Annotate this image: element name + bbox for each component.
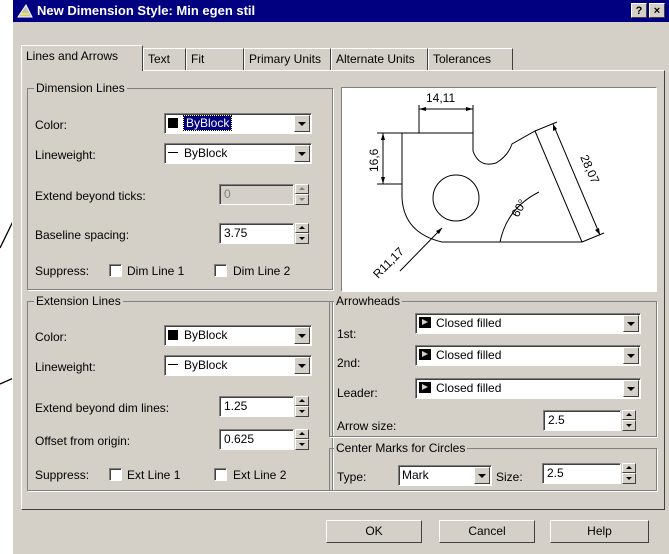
preview-dim-left: 16,6 <box>367 148 381 172</box>
center-size-input[interactable]: 2.5 <box>542 463 621 484</box>
dim-lineweight-label: Lineweight: <box>35 148 96 162</box>
chevron-down-icon[interactable] <box>623 347 639 364</box>
dimension-style-icon <box>17 4 33 18</box>
closed-filled-arrow-icon <box>419 382 431 393</box>
dim-color-label: Color: <box>35 118 68 132</box>
offset-origin-spinner[interactable] <box>295 429 309 450</box>
center-type-label: Type: <box>337 470 367 484</box>
tab-lines-and-arrows[interactable]: Lines and Arrows <box>21 45 143 71</box>
arrow-size-label: Arrow size: <box>337 419 397 433</box>
offset-origin-label: Offset from origin: <box>35 434 131 448</box>
chevron-down-icon[interactable] <box>623 315 639 332</box>
dim-suppress-label: Suppress: <box>35 264 90 278</box>
cancel-button[interactable]: Cancel <box>439 520 535 543</box>
ext-lineweight-select[interactable]: ByBlock <box>164 355 312 376</box>
ok-button[interactable]: OK <box>326 520 422 543</box>
leader-arrow-label: Leader: <box>337 386 378 400</box>
dim-lineweight-select[interactable]: ByBlock <box>164 143 312 164</box>
offset-origin-input[interactable]: 0.625 <box>219 429 294 450</box>
chevron-down-icon[interactable] <box>623 380 639 397</box>
closed-filled-arrow-icon <box>419 317 431 328</box>
chevron-down-icon[interactable] <box>294 115 310 132</box>
second-arrow-value: Closed filled <box>436 348 502 362</box>
tab-alternate-units[interactable]: Alternate Units <box>331 48 428 70</box>
ext-line-2-label: Ext Line 2 <box>233 468 287 482</box>
dim-extend-input[interactable]: 0 <box>219 184 294 205</box>
dimension-preview: 14,11 16,6 28,07 60° R11,17 <box>341 87 657 292</box>
center-marks-title: Center Marks for Circles <box>334 441 468 455</box>
leader-arrow-select[interactable]: Closed filled <box>415 378 641 399</box>
preview-dim-top: 14,11 <box>426 91 455 105</box>
baseline-spacing-label: Baseline spacing: <box>35 228 130 242</box>
ext-extend-spinner[interactable] <box>295 396 309 417</box>
ext-line-1-checkbox[interactable] <box>109 468 122 481</box>
help-title-button[interactable]: ? <box>631 3 647 18</box>
ext-lineweight-value: ByBlock <box>184 358 228 372</box>
ext-suppress-label: Suppress: <box>35 468 90 482</box>
ext-extend-label: Extend beyond dim lines: <box>35 401 170 415</box>
ext-color-value: ByBlock <box>184 328 228 342</box>
dim-lineweight-value: ByBlock <box>184 146 228 160</box>
chevron-down-icon[interactable] <box>294 327 310 344</box>
extension-lines-title: Extension Lines <box>34 294 123 308</box>
close-title-button[interactable]: × <box>649 3 665 18</box>
tab-text[interactable]: Text <box>143 48 186 70</box>
ext-line-2-checkbox[interactable] <box>214 468 227 481</box>
first-arrow-value: Closed filled <box>436 316 502 330</box>
chevron-down-icon[interactable] <box>474 467 490 484</box>
tab-primary-units[interactable]: Primary Units <box>244 48 331 70</box>
help-button[interactable]: Help <box>550 520 649 543</box>
dim-extend-spinner[interactable] <box>295 184 309 205</box>
arrow-size-input[interactable]: 2.5 <box>543 410 621 431</box>
lineweight-dash-icon <box>168 364 178 365</box>
dim-color-value: ByBlock <box>182 115 233 131</box>
title-bar: New Dimension Style: Min egen stil ? × <box>13 0 669 22</box>
color-swatch <box>168 118 178 128</box>
new-dimension-style-dialog: New Dimension Style: Min egen stil ? × L… <box>12 0 669 554</box>
dim-line-1-label: Dim Line 1 <box>127 264 185 278</box>
leader-arrow-value: Closed filled <box>436 381 502 395</box>
arrow-size-spinner[interactable] <box>622 410 636 431</box>
baseline-spacing-input[interactable]: 3.75 <box>219 223 294 244</box>
ext-color-label: Color: <box>35 330 68 344</box>
dim-extend-label: Extend beyond ticks: <box>35 189 146 203</box>
ext-lineweight-label: Lineweight: <box>35 360 96 374</box>
color-swatch <box>168 330 178 340</box>
center-type-value: Mark <box>402 468 429 482</box>
window-title: New Dimension Style: Min egen stil <box>37 3 256 18</box>
first-arrow-label: 1st: <box>337 327 357 341</box>
preview-dim-radius: R11,17 <box>370 244 407 281</box>
ext-extend-input[interactable]: 1.25 <box>219 396 294 417</box>
chevron-down-icon[interactable] <box>294 145 310 162</box>
dim-line-2-label: Dim Line 2 <box>233 264 291 278</box>
center-size-label: Size: <box>496 470 523 484</box>
dim-line-1-checkbox[interactable] <box>109 264 122 277</box>
preview-drawing: 14,11 16,6 28,07 60° R11,17 <box>367 91 605 281</box>
baseline-spacing-spinner[interactable] <box>295 223 309 244</box>
second-arrow-label: 2nd: <box>337 356 361 370</box>
closed-filled-arrow-icon <box>419 349 431 360</box>
dimension-lines-title: Dimension Lines <box>34 81 127 95</box>
dim-color-select[interactable]: ByBlock <box>164 113 312 134</box>
dim-line-2-checkbox[interactable] <box>214 264 227 277</box>
center-type-select[interactable]: Mark <box>398 465 492 486</box>
ext-line-1-label: Ext Line 1 <box>127 468 181 482</box>
chevron-down-icon[interactable] <box>294 357 310 374</box>
lineweight-dash-icon <box>168 152 178 153</box>
first-arrow-select[interactable]: Closed filled <box>415 313 641 334</box>
preview-dim-right: 28,07 <box>577 153 602 186</box>
arrowheads-title: Arrowheads <box>334 294 403 308</box>
tab-tolerances[interactable]: Tolerances <box>428 48 513 70</box>
center-size-spinner[interactable] <box>622 463 636 484</box>
ext-color-select[interactable]: ByBlock <box>164 325 312 346</box>
tab-fit[interactable]: Fit <box>186 48 244 70</box>
second-arrow-select[interactable]: Closed filled <box>415 345 641 366</box>
